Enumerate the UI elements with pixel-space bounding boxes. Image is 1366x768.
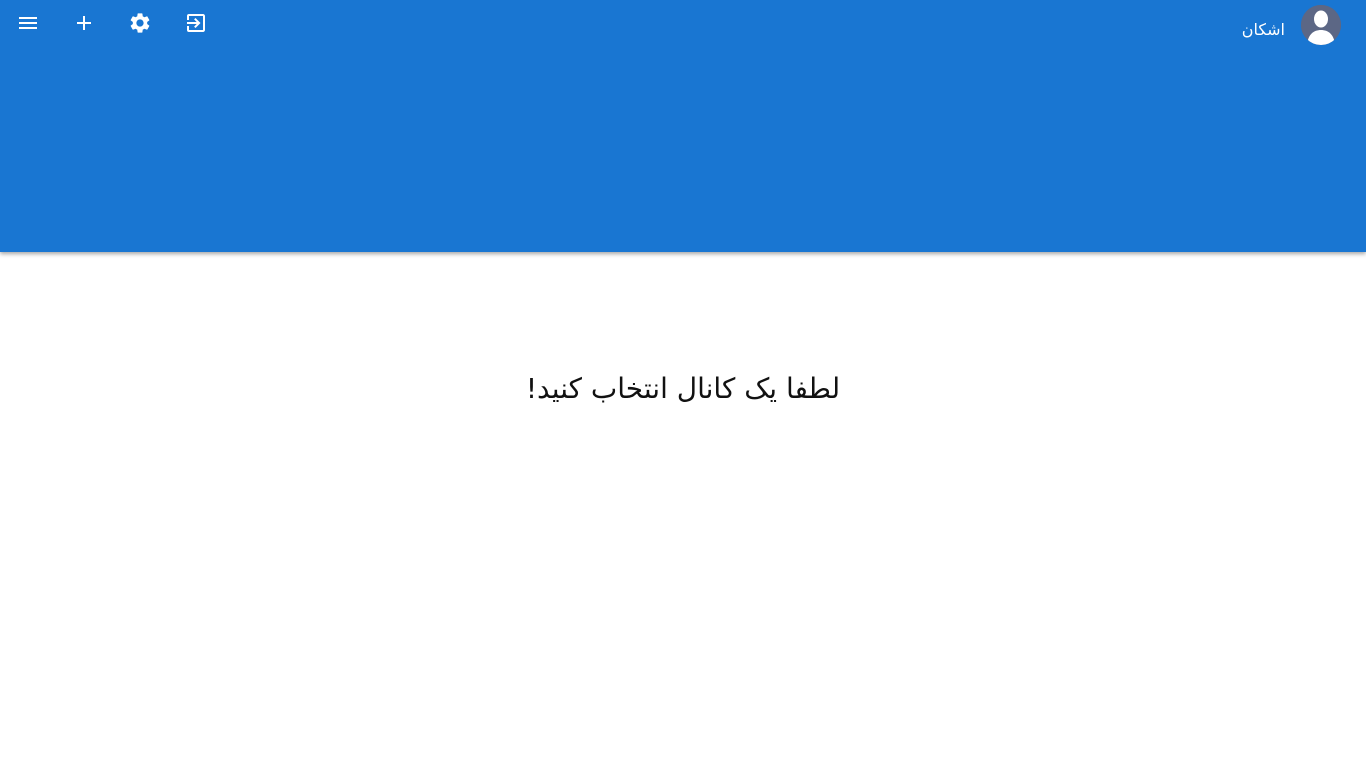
user-profile[interactable]: اشکان — [1242, 5, 1341, 45]
add-button[interactable] — [56, 0, 112, 46]
logout-icon — [187, 14, 205, 32]
app-header: اشکان — [0, 0, 1366, 252]
add-icon — [77, 16, 91, 30]
settings-button[interactable] — [112, 0, 168, 46]
settings-icon — [130, 13, 150, 33]
user-avatar-icon — [1301, 5, 1341, 45]
username: اشکان — [1241, 19, 1285, 39]
logout-button[interactable] — [168, 0, 224, 46]
toolbar — [0, 0, 224, 46]
menu-button[interactable] — [0, 0, 56, 46]
select-channel-message: لطفا یک کانال انتخاب کنید! — [525, 372, 841, 405]
menu-icon — [19, 17, 37, 29]
avatar[interactable] — [1301, 5, 1341, 45]
